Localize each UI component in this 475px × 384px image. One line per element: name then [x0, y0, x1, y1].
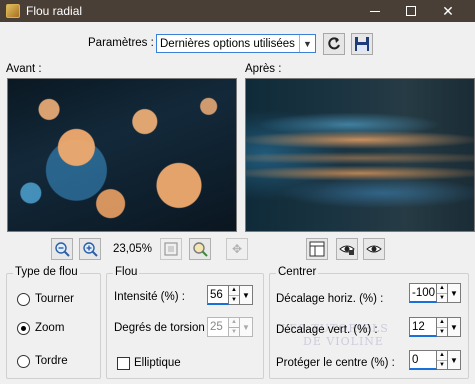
radio-tourner[interactable] [17, 293, 30, 306]
protect-center-input[interactable]: 0 [409, 350, 437, 370]
chevron-down-icon: ▼ [299, 35, 315, 52]
radio-tourner-label: Tourner [35, 293, 74, 305]
close-button[interactable]: ✕ [430, 0, 466, 22]
proof-toggle-button[interactable] [306, 238, 328, 260]
blur-settings-title: Flou [113, 266, 140, 278]
params-label: Paramètres : [88, 37, 154, 49]
zoom-in-icon [83, 242, 98, 257]
intensity-input[interactable]: 56 [207, 285, 229, 305]
arrow-down-icon[interactable]: ▼ [437, 328, 447, 337]
vert-offset-label: Décalage vert. (%) : [276, 324, 378, 336]
chevron-down-icon[interactable]: ▼ [448, 317, 461, 337]
eye-icon [366, 245, 382, 253]
pan-button[interactable]: ✥ [226, 238, 248, 260]
reset-icon [328, 37, 340, 50]
vert-offset-input[interactable]: 12 [409, 317, 437, 337]
presets-dropdown[interactable]: Dernières options utilisées ▼ [156, 34, 316, 53]
chevron-down-icon[interactable]: ▼ [240, 285, 253, 305]
before-label: Avant : [6, 63, 42, 75]
radio-zoom[interactable] [17, 322, 30, 335]
intensity-label: Intensité (%) : [114, 291, 185, 303]
zoom-out-icon [55, 242, 70, 257]
elliptic-checkbox[interactable] [117, 357, 130, 370]
horiz-offset-spinner[interactable]: -100 ▲ ▼ ▼ [409, 283, 461, 303]
presets-value: Dernières options utilisées [160, 37, 295, 50]
window-title: Flou radial [26, 4, 83, 18]
eye-lock-icon [339, 245, 355, 255]
protect-center-label: Protéger le centre (%) : [276, 357, 395, 369]
zoom-out-button[interactable] [51, 238, 73, 260]
arrow-down-icon[interactable]: ▼ [229, 328, 239, 337]
zoom-100-button[interactable] [189, 238, 211, 260]
after-preview-image [245, 78, 475, 232]
layout-icon [309, 241, 325, 257]
zoom-fit-icon [164, 242, 178, 256]
minimize-icon [370, 10, 380, 12]
torsion-input[interactable]: 25 [207, 317, 229, 337]
arrow-down-icon[interactable]: ▼ [437, 294, 447, 303]
elliptic-label: Elliptique [134, 357, 181, 369]
intensity-spinner[interactable]: 56 ▲ ▼ ▼ [207, 285, 253, 305]
minimize-button[interactable] [357, 0, 393, 22]
zoom-in-button[interactable] [79, 238, 101, 260]
torsion-spinner[interactable]: 25 ▲ ▼ ▼ [207, 317, 253, 337]
after-label: Après : [245, 63, 282, 75]
app-icon [6, 4, 20, 18]
protect-center-spinner[interactable]: 0 ▲ ▼ ▼ [409, 350, 461, 370]
center-title: Centrer [276, 266, 319, 278]
chevron-down-icon[interactable]: ▼ [448, 283, 461, 303]
reset-button[interactable] [323, 33, 345, 55]
zoom-fit-button[interactable] [160, 238, 182, 260]
chevron-down-icon[interactable]: ▼ [240, 317, 253, 337]
horiz-offset-input[interactable]: -100 [409, 283, 437, 303]
zoom-level: 23,05% [113, 243, 153, 255]
preview-eye-button[interactable] [363, 238, 385, 260]
magnifier-icon [193, 242, 208, 257]
arrow-up-icon[interactable]: ▲ [437, 351, 447, 361]
move-icon: ✥ [231, 242, 243, 256]
arrow-down-icon[interactable]: ▼ [229, 296, 239, 305]
radio-zoom-label: Zoom [35, 322, 65, 334]
arrow-up-icon[interactable]: ▲ [437, 284, 447, 294]
chevron-down-icon[interactable]: ▼ [448, 350, 461, 370]
floppy-disk-icon [355, 37, 369, 51]
arrow-up-icon[interactable]: ▲ [229, 286, 239, 296]
radio-tordre[interactable] [17, 355, 30, 368]
horiz-offset-label: Décalage horiz. (%) : [276, 293, 384, 305]
arrow-up-icon[interactable]: ▲ [437, 318, 447, 328]
close-icon: ✕ [442, 2, 454, 19]
maximize-icon [406, 6, 416, 16]
arrow-down-icon[interactable]: ▼ [437, 361, 447, 370]
before-preview-image[interactable] [7, 78, 237, 232]
auto-proof-button[interactable] [336, 238, 358, 260]
maximize-button[interactable] [393, 0, 429, 22]
vert-offset-spinner[interactable]: 12 ▲ ▼ ▼ [409, 317, 461, 337]
blur-type-title: Type de flou [13, 266, 80, 278]
radio-tordre-label: Tordre [35, 355, 68, 367]
torsion-label: Degrés de torsion : [114, 322, 212, 334]
save-preset-button[interactable] [351, 33, 373, 55]
arrow-up-icon[interactable]: ▲ [229, 318, 239, 328]
